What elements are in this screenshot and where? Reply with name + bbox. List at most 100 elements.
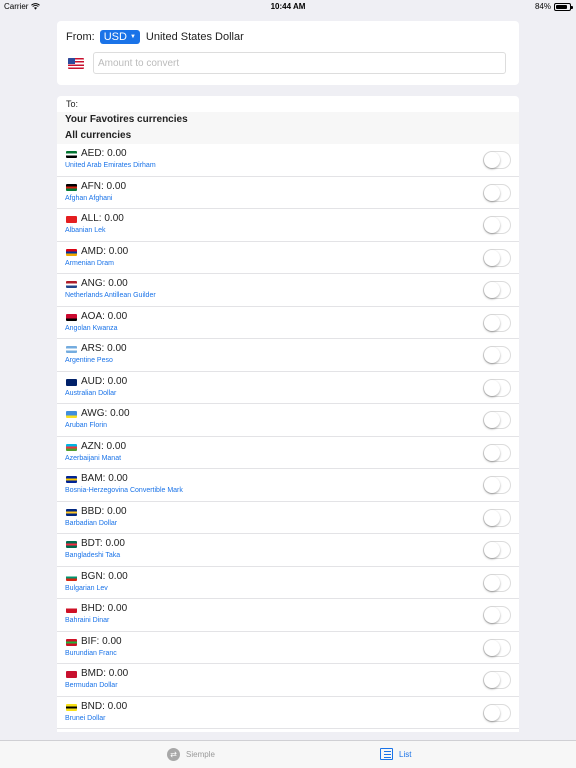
currency-row[interactable]: BHD: 0.00 Bahraini Dinar xyxy=(57,599,519,632)
favorite-toggle[interactable] xyxy=(483,541,511,559)
favorite-toggle[interactable] xyxy=(483,313,511,332)
flag-icon xyxy=(66,638,77,646)
favorite-toggle[interactable] xyxy=(483,281,511,299)
favorite-toggle[interactable] xyxy=(483,573,511,592)
favorite-toggle[interactable] xyxy=(483,443,511,462)
tab-bar: ⇄ Siemple List xyxy=(0,740,576,768)
currency-row[interactable]: BAM: 0.00 Bosnia-Herzegovina Convertible … xyxy=(57,469,519,502)
currency-code: AFN: 0.00 xyxy=(81,180,127,192)
flag-icon xyxy=(66,703,77,711)
flag-icon xyxy=(66,411,77,418)
favorite-toggle[interactable] xyxy=(483,703,511,722)
favorite-toggle[interactable] xyxy=(483,508,511,527)
currency-row[interactable]: AWG: 0.00 Aruban Florin xyxy=(57,404,519,437)
flag-icon xyxy=(66,508,77,516)
from-currency-button[interactable]: USD ▼ xyxy=(99,30,140,44)
battery-indicator: 84% xyxy=(534,2,573,11)
currency-row[interactable]: AUD: 0.00 Australian Dollar xyxy=(57,372,519,404)
currency-row[interactable]: BMD: 0.00 Bermudan Dollar xyxy=(57,664,519,697)
battery-percent: 84% xyxy=(534,2,551,11)
favorite-toggle[interactable] xyxy=(483,378,511,397)
from-currency-name: United States Dollar xyxy=(145,31,244,43)
toggle-knob xyxy=(484,672,500,688)
currency-name: Afghan Afghani xyxy=(65,194,113,202)
favorite-toggle[interactable] xyxy=(483,671,511,689)
flag-icon xyxy=(66,606,77,613)
flag-icon xyxy=(66,476,77,483)
favorite-toggle[interactable] xyxy=(483,216,511,234)
currency-code: AUD: 0.00 xyxy=(81,375,128,387)
currency-name: Bulgarian Lev xyxy=(65,584,108,592)
all-currencies-header: All currencies xyxy=(57,128,519,144)
flag-icon xyxy=(66,671,77,678)
favorite-toggle[interactable] xyxy=(483,606,511,624)
currency-row[interactable]: AMD: 0.00 Armenian Dram xyxy=(57,242,519,274)
currency-code: AOA: 0.00 xyxy=(81,310,128,322)
currency-row[interactable]: AOA: 0.00 Angolan Kwanza xyxy=(57,307,519,339)
flag-icon xyxy=(66,443,77,451)
currency-row[interactable]: ANG: 0.00 Netherlands Antillean Guilder xyxy=(57,274,519,307)
currency-row[interactable]: AZN: 0.00 Azerbaijani Manat xyxy=(57,437,519,469)
favorite-toggle[interactable] xyxy=(483,638,511,657)
flag-icon xyxy=(66,151,77,158)
toggle-knob xyxy=(484,249,500,266)
toggle-knob xyxy=(484,639,500,656)
currency-name: Aruban Florin xyxy=(65,422,108,429)
flag-icon xyxy=(66,378,77,386)
currency-row[interactable]: BBD: 0.00 Barbadian Dollar xyxy=(57,502,519,534)
from-label: From: xyxy=(66,31,95,43)
toggle-knob xyxy=(484,379,500,396)
toggle-knob xyxy=(484,152,500,168)
to-card: To: Your Favotires currencies All curren… xyxy=(57,96,519,732)
toggle-knob xyxy=(484,314,500,331)
battery-fill xyxy=(556,4,567,9)
us-flag-icon xyxy=(68,58,84,69)
from-row: From: USD ▼ United States Dollar xyxy=(66,30,244,44)
currency-code: BDT: 0.00 xyxy=(81,538,125,549)
currency-name: Angolan Kwanza xyxy=(65,324,118,332)
currency-row[interactable]: BGN: 0.00 Bulgarian Lev xyxy=(57,567,519,599)
currency-name: Burundian Franc xyxy=(65,649,117,657)
currency-row[interactable]: ALL: 0.00 Albanian Lek xyxy=(57,209,519,242)
favorite-toggle[interactable] xyxy=(483,151,511,169)
battery-icon xyxy=(554,2,573,11)
flag-icon xyxy=(66,281,77,288)
currency-name: Barbadian Dollar xyxy=(65,519,118,527)
favorite-toggle[interactable] xyxy=(483,346,511,364)
toggle-knob xyxy=(484,412,500,428)
currency-name: Bosnia-Herzegovina Convertible Mark xyxy=(65,487,183,494)
favorite-toggle[interactable] xyxy=(483,411,511,429)
toggle-knob xyxy=(484,347,500,363)
tab-list[interactable]: List xyxy=(380,748,411,760)
toggle-knob xyxy=(484,477,500,493)
currency-code: AED: 0.00 xyxy=(81,148,127,159)
toggle-knob xyxy=(484,607,500,623)
toggle-knob xyxy=(484,217,500,233)
toggle-knob xyxy=(484,542,500,558)
currency-row[interactable]: BIF: 0.00 Burundian Franc xyxy=(57,632,519,664)
from-card: From: USD ▼ United States Dollar xyxy=(57,21,519,85)
currency-row[interactable]: AFN: 0.00 Afghan Afghani xyxy=(57,177,519,209)
amount-input[interactable] xyxy=(93,52,506,74)
toggle-knob xyxy=(484,704,500,721)
toggle-knob xyxy=(484,574,500,591)
currency-code: BBD: 0.00 xyxy=(81,505,127,517)
currency-code: ALL: 0.00 xyxy=(81,213,124,224)
currency-name: Australian Dollar xyxy=(65,389,117,397)
currency-name: Bahraini Dinar xyxy=(65,617,110,624)
favorite-toggle[interactable] xyxy=(483,248,511,267)
tab-simple[interactable]: ⇄ Siemple xyxy=(167,748,215,761)
flag-icon xyxy=(66,248,77,256)
currency-row[interactable]: BND: 0.00 Brunei Dollar xyxy=(57,697,519,729)
currency-row[interactable]: BDT: 0.00 Bangladeshi Taka xyxy=(57,534,519,567)
currency-row[interactable]: AED: 0.00 United Arab Emirates Dirham xyxy=(57,144,519,177)
favorite-toggle[interactable] xyxy=(483,476,511,494)
exchange-icon: ⇄ xyxy=(167,748,180,761)
favorite-toggle[interactable] xyxy=(483,183,511,202)
currency-row[interactable]: ARS: 0.00 Argentine Peso xyxy=(57,339,519,372)
flag-icon xyxy=(66,313,77,321)
currency-list[interactable]: AED: 0.00 United Arab Emirates Dirham AFN:… xyxy=(57,144,519,729)
currency-code: BHD: 0.00 xyxy=(81,603,128,614)
list-icon xyxy=(380,748,393,760)
tab-list-label: List xyxy=(399,749,412,759)
